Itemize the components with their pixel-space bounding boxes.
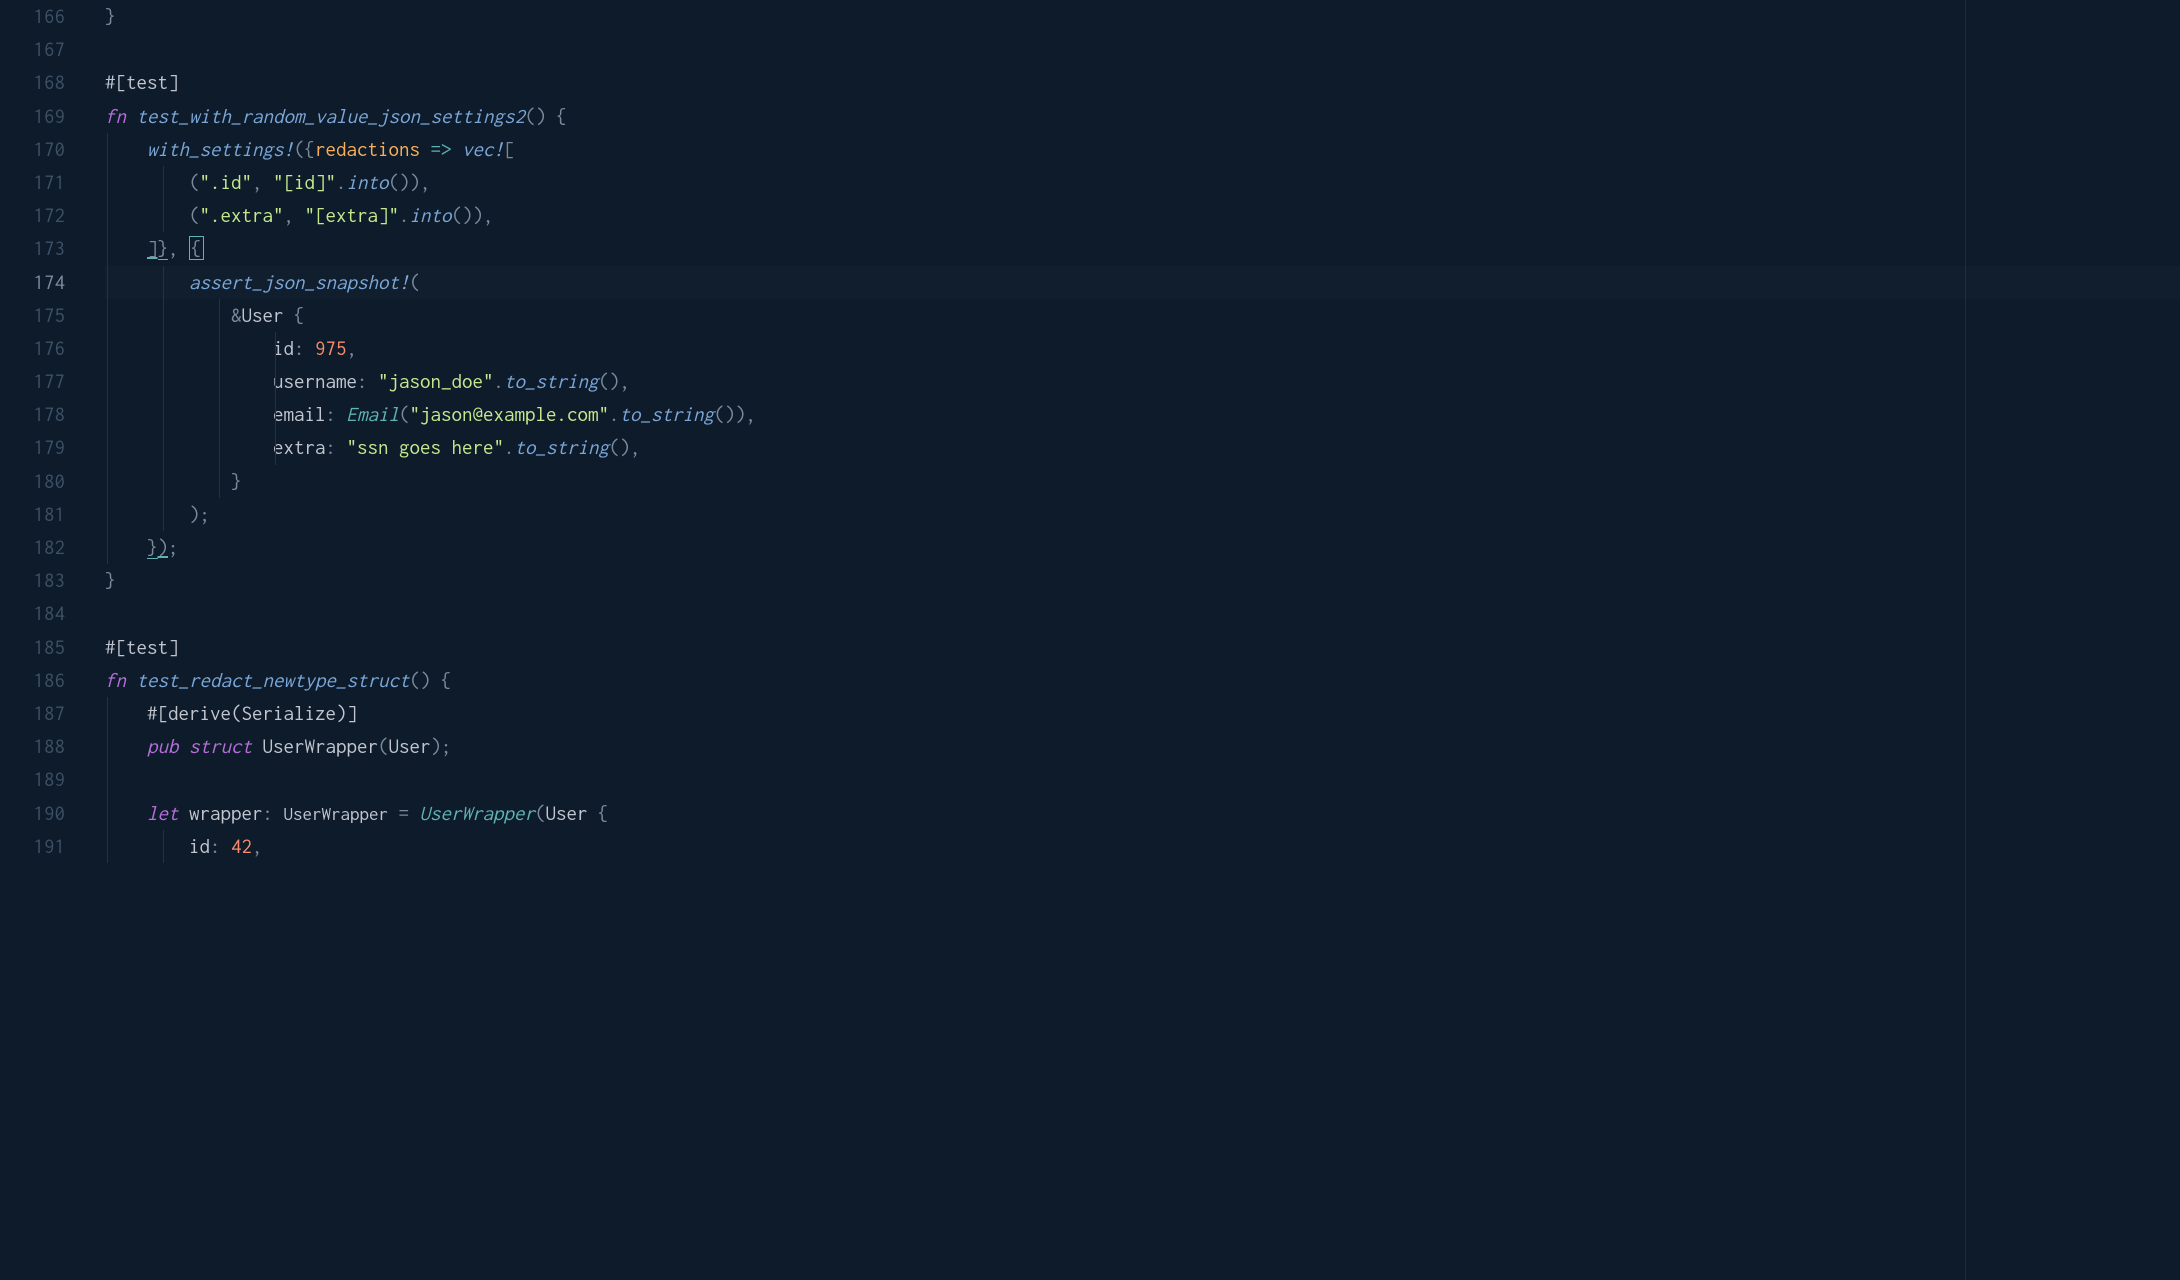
- indent-guide: [219, 465, 220, 498]
- indent-guide: [107, 730, 108, 763]
- code-line[interactable]: with_settings!({redactions => vec![: [105, 133, 2180, 166]
- line-number: 181: [0, 498, 65, 531]
- indent-guide: [163, 199, 164, 232]
- indent-guide: [107, 166, 108, 199]
- indent-guide: [163, 830, 164, 863]
- indent-guide: [107, 332, 108, 365]
- line-number: 185: [0, 631, 65, 664]
- code-line[interactable]: fn test_with_random_value_json_settings2…: [105, 100, 2180, 133]
- line-number: 166: [0, 0, 65, 33]
- line-number: 183: [0, 564, 65, 597]
- code-line[interactable]: [105, 597, 2180, 630]
- indent-guide: [107, 232, 108, 265]
- indent-guide: [107, 398, 108, 431]
- indent-guide: [219, 332, 220, 365]
- line-number: 177: [0, 365, 65, 398]
- indent-guide: [163, 266, 164, 299]
- indent-guide: [163, 299, 164, 332]
- code-line[interactable]: [105, 763, 2180, 796]
- code-line[interactable]: [105, 33, 2180, 66]
- indent-guide: [163, 332, 164, 365]
- line-number: 180: [0, 465, 65, 498]
- line-number: 186: [0, 664, 65, 697]
- indent-guide: [107, 531, 108, 564]
- indent-guide: [219, 431, 220, 464]
- line-number: 191: [0, 830, 65, 863]
- code-line[interactable]: assert_json_snapshot!(: [105, 266, 2180, 299]
- indent-guide: [163, 365, 164, 398]
- line-number: 184: [0, 597, 65, 630]
- indent-guide: [107, 763, 108, 796]
- indent-guide: [163, 431, 164, 464]
- indent-guide: [219, 299, 220, 332]
- code-line[interactable]: (".id", "[id]".into()),: [105, 166, 2180, 199]
- code-line[interactable]: ]}, {: [105, 232, 2180, 265]
- indent-guide: [107, 498, 108, 531]
- indent-guide: [163, 166, 164, 199]
- indent-guide: [107, 697, 108, 730]
- line-number-gutter: 1661671681691701711721731741751761771781…: [0, 0, 85, 1280]
- line-number: 188: [0, 730, 65, 763]
- code-line[interactable]: #[test]: [105, 631, 2180, 664]
- indent-guide: [107, 365, 108, 398]
- line-number: 169: [0, 100, 65, 133]
- code-line[interactable]: }: [105, 0, 2180, 33]
- code-line[interactable]: #[test]: [105, 66, 2180, 99]
- line-number: 170: [0, 133, 65, 166]
- indent-guide: [107, 465, 108, 498]
- indent-guide: [107, 199, 108, 232]
- line-number: 175: [0, 299, 65, 332]
- indent-guide: [275, 431, 276, 464]
- line-number: 179: [0, 431, 65, 464]
- code-line[interactable]: (".extra", "[extra]".into()),: [105, 199, 2180, 232]
- code-area[interactable]: }#[test]fn test_with_random_value_json_s…: [85, 0, 2180, 1280]
- code-line[interactable]: fn test_redact_newtype_struct() {: [105, 664, 2180, 697]
- code-line[interactable]: username: "jason_doe".to_string(),: [105, 365, 2180, 398]
- line-number: 190: [0, 797, 65, 830]
- line-number: 168: [0, 66, 65, 99]
- indent-guide: [275, 332, 276, 365]
- indent-guide: [107, 797, 108, 830]
- line-number: 178: [0, 398, 65, 431]
- line-number: 189: [0, 763, 65, 796]
- code-line[interactable]: id: 42,: [105, 830, 2180, 863]
- line-number: 172: [0, 199, 65, 232]
- indent-guide: [107, 133, 108, 166]
- code-line[interactable]: });: [105, 531, 2180, 564]
- line-number: 174: [0, 266, 65, 299]
- indent-guide: [275, 398, 276, 431]
- code-line[interactable]: }: [105, 465, 2180, 498]
- code-line[interactable]: pub struct UserWrapper(User);: [105, 730, 2180, 763]
- indent-guide: [219, 398, 220, 431]
- line-number: 182: [0, 531, 65, 564]
- indent-guide: [163, 465, 164, 498]
- code-line[interactable]: let wrapper: UserWrapper = UserWrapper(U…: [105, 797, 2180, 830]
- line-number: 173: [0, 232, 65, 265]
- code-editor[interactable]: 1661671681691701711721731741751761771781…: [0, 0, 2180, 1280]
- indent-guide: [219, 365, 220, 398]
- indent-guide: [107, 299, 108, 332]
- code-line[interactable]: #[derive(Serialize)]: [105, 697, 2180, 730]
- code-line[interactable]: id: 975,: [105, 332, 2180, 365]
- line-number: 176: [0, 332, 65, 365]
- code-line[interactable]: );: [105, 498, 2180, 531]
- indent-guide: [107, 830, 108, 863]
- line-number: 171: [0, 166, 65, 199]
- code-line[interactable]: email: Email("jason@example.com".to_stri…: [105, 398, 2180, 431]
- indent-guide: [107, 431, 108, 464]
- code-line[interactable]: }: [105, 564, 2180, 597]
- code-line[interactable]: extra: "ssn goes here".to_string(),: [105, 431, 2180, 464]
- line-number: 167: [0, 33, 65, 66]
- code-line[interactable]: &User {: [105, 299, 2180, 332]
- line-number: 187: [0, 697, 65, 730]
- indent-guide: [107, 266, 108, 299]
- indent-guide: [275, 365, 276, 398]
- indent-guide: [163, 398, 164, 431]
- indent-guide: [163, 498, 164, 531]
